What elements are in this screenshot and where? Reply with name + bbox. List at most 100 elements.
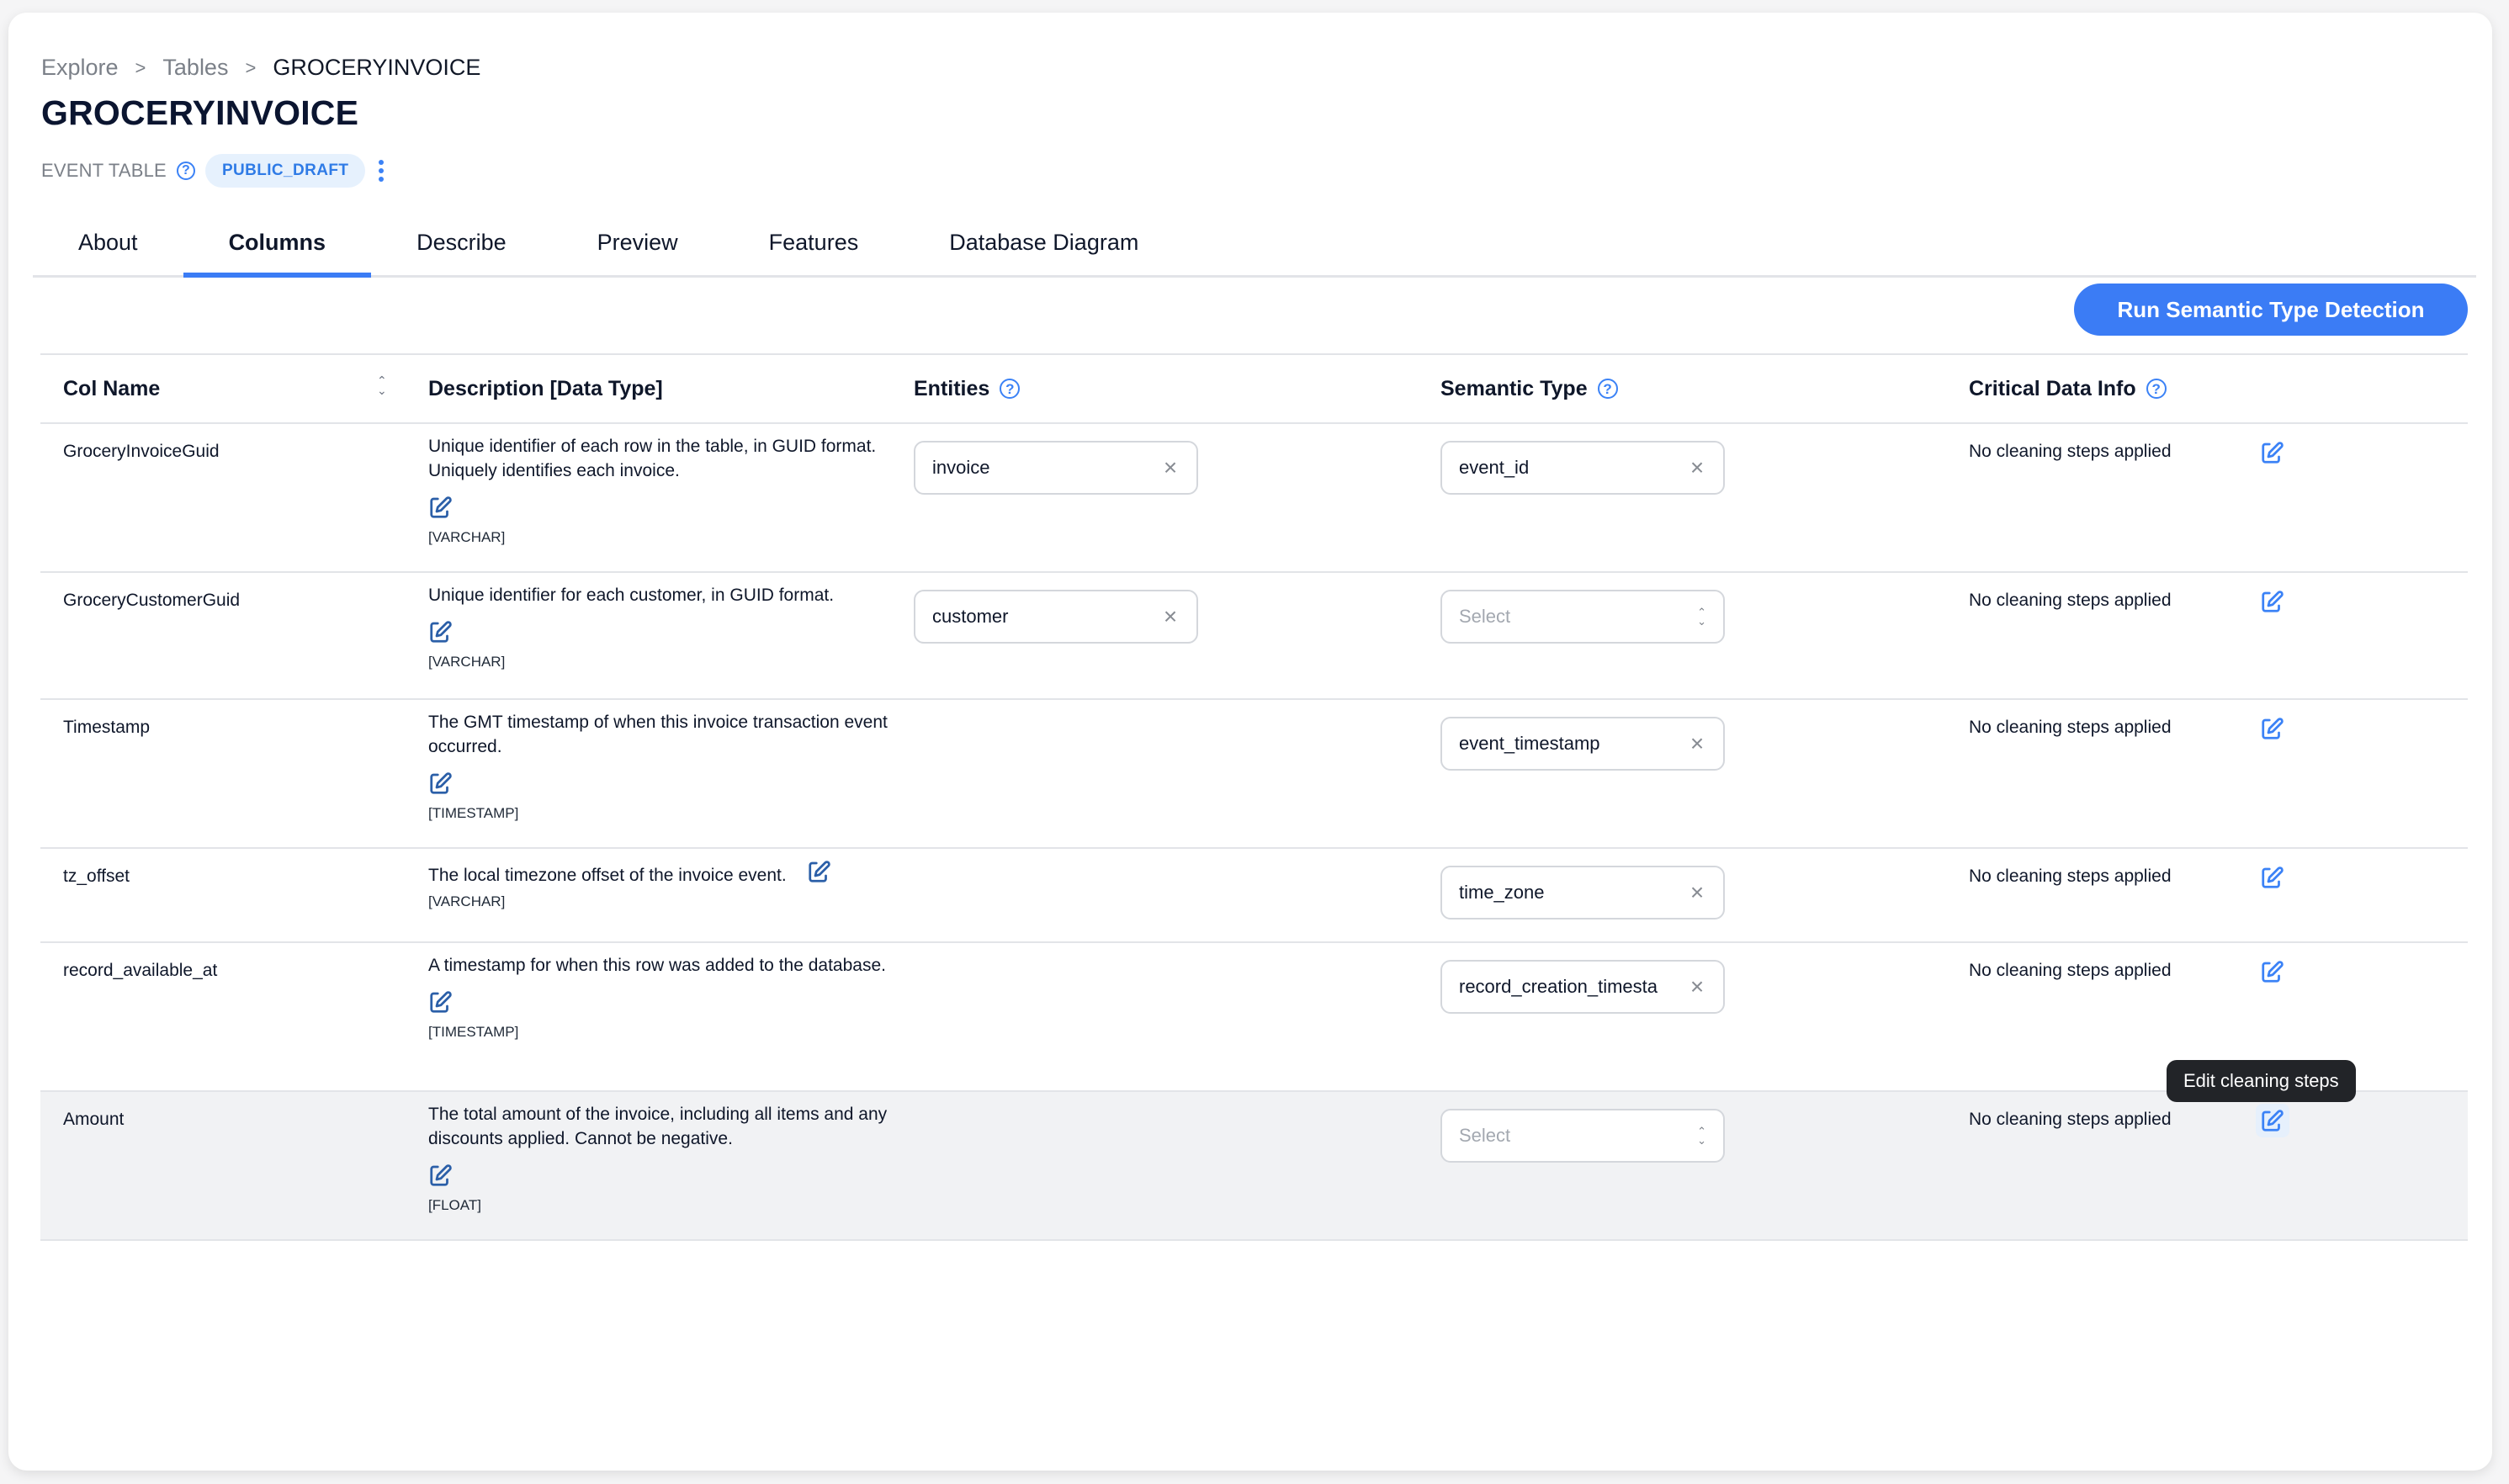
edit-description-icon[interactable] — [428, 771, 899, 803]
semantic-type-value: record_creation_timesta — [1459, 976, 1658, 997]
close-x-icon[interactable]: × — [1688, 881, 1706, 904]
sort-chevrons-icon[interactable]: ⌃ ⌄ — [377, 374, 387, 396]
semantic-type-select[interactable]: event_timestamp × — [1440, 717, 1725, 771]
edit-cleaning-steps-icon[interactable] — [2256, 861, 2289, 894]
semantic-type-value: time_zone — [1459, 882, 1545, 903]
tab-bar: About Columns Describe Preview Features Datab… — [33, 209, 2476, 278]
entity-select[interactable]: invoice × — [914, 441, 1198, 495]
close-x-icon[interactable]: × — [1688, 975, 1706, 999]
header-description-label: Description [Data Type] — [428, 376, 663, 400]
status-badge: PUBLIC_DRAFT — [204, 154, 366, 188]
column-name: GroceryCustomerGuid — [63, 591, 241, 610]
entity-value: invoice — [932, 457, 990, 478]
data-type-label: [VARCHAR] — [428, 893, 506, 909]
data-type-label: [VARCHAR] — [428, 529, 506, 545]
data-type-label: [TIMESTAMP] — [428, 805, 519, 821]
semantic-type-select[interactable]: Select ⌃ ⌄ — [1440, 590, 1725, 644]
semantic-type-select[interactable]: record_creation_timesta × — [1440, 960, 1725, 1014]
data-type-label: [TIMESTAMP] — [428, 1024, 519, 1040]
table-row: record_available_at A timestamp for when… — [40, 943, 2468, 1092]
header-semantic-type: Semantic Type ? — [1440, 355, 1618, 422]
breadcrumb: Explore > Tables > GROCERYINVOICE — [41, 55, 480, 81]
description-text: The local timezone offset of the invoice… — [428, 866, 787, 885]
semantic-type-value: event_id — [1459, 457, 1530, 478]
column-name: Amount — [63, 1110, 125, 1129]
close-x-icon[interactable]: × — [1161, 456, 1180, 480]
question-circle-icon[interactable]: ? — [176, 162, 195, 180]
column-name: Timestamp — [63, 718, 151, 737]
table-meta: EVENT TABLE ? PUBLIC_DRAFT — [41, 154, 387, 188]
header-entities-label: Entities — [914, 376, 990, 400]
header-col-name[interactable]: Col Name — [63, 355, 160, 422]
table-row: Timestamp The GMT timestamp of when this… — [40, 700, 2468, 849]
critical-data-info: No cleaning steps applied — [1969, 961, 2172, 980]
column-name: tz_offset — [63, 867, 130, 886]
header-critical-data-info: Critical Data Info ? — [1969, 355, 2167, 422]
critical-data-info: No cleaning steps applied — [1969, 1110, 2172, 1129]
chevron-up-down-icon: ⌃ ⌄ — [1697, 606, 1706, 628]
close-x-icon[interactable]: × — [1161, 605, 1180, 628]
breadcrumb-tables[interactable]: Tables — [162, 55, 228, 81]
breadcrumb-separator: > — [245, 56, 257, 78]
critical-data-info: No cleaning steps applied — [1969, 867, 2172, 886]
question-circle-icon[interactable]: ? — [1000, 379, 1021, 399]
question-circle-icon[interactable]: ? — [1597, 379, 1618, 399]
semantic-type-select[interactable]: time_zone × — [1440, 866, 1725, 920]
semantic-type-select[interactable]: event_id × — [1440, 441, 1725, 495]
chevron-up-down-icon: ⌃ ⌄ — [1697, 1125, 1706, 1147]
main-card: Explore > Tables > GROCERYINVOICE GROCER… — [8, 13, 2492, 1471]
tab-preview[interactable]: Preview — [552, 209, 724, 275]
edit-description-icon[interactable] — [807, 859, 832, 891]
edit-description-icon[interactable] — [428, 495, 899, 527]
column-name: GroceryInvoiceGuid — [63, 442, 220, 461]
edit-cleaning-steps-icon[interactable] — [2256, 436, 2289, 469]
tab-about[interactable]: About — [33, 209, 183, 275]
breadcrumb-separator: > — [135, 56, 146, 78]
edit-cleaning-steps-icon[interactable] — [2256, 585, 2289, 618]
tab-features[interactable]: Features — [724, 209, 904, 275]
close-x-icon[interactable]: × — [1688, 732, 1706, 755]
edit-description-icon[interactable] — [428, 619, 899, 651]
edit-cleaning-steps-icon[interactable] — [2256, 1104, 2289, 1137]
description-text: A timestamp for when this row was added … — [428, 956, 886, 975]
column-description: Unique identifier of each row in the tab… — [428, 434, 899, 547]
table-body: GroceryInvoiceGuid Unique identifier of … — [40, 424, 2468, 1241]
page-title: GROCERYINVOICE — [41, 93, 359, 132]
description-text: The total amount of the invoice, includi… — [428, 1105, 888, 1148]
data-type-label: [FLOAT] — [428, 1197, 481, 1213]
entity-select[interactable]: customer × — [914, 590, 1198, 644]
edit-cleaning-steps-icon[interactable] — [2256, 955, 2289, 988]
edit-cleaning-steps-tooltip: Edit cleaning steps — [2167, 1060, 2356, 1102]
edit-description-icon[interactable] — [428, 1163, 899, 1195]
close-x-icon[interactable]: × — [1688, 456, 1706, 480]
semantic-type-placeholder: Select — [1459, 1125, 1511, 1146]
semantic-type-select[interactable]: Select ⌃ ⌄ — [1440, 1109, 1725, 1163]
description-text: The GMT timestamp of when this invoice t… — [428, 713, 888, 756]
edit-cleaning-steps-icon[interactable] — [2256, 712, 2289, 745]
tab-columns[interactable]: Columns — [183, 209, 372, 278]
table-header: Col Name ⌃ ⌄ Description [Data Type] Enti… — [40, 353, 2468, 424]
description-text: Unique identifier of each row in the tab… — [428, 437, 877, 480]
breadcrumb-current: GROCERYINVOICE — [273, 55, 481, 80]
entity-value: customer — [932, 606, 1009, 627]
tab-database-diagram[interactable]: Database Diagram — [904, 209, 1184, 275]
column-name: record_available_at — [63, 961, 218, 980]
data-type-label: [VARCHAR] — [428, 654, 506, 670]
breadcrumb-explore[interactable]: Explore — [41, 55, 119, 81]
edit-description-icon[interactable] — [428, 989, 899, 1021]
critical-data-info: No cleaning steps applied — [1969, 591, 2172, 610]
table-row: tz_offset The local timezone offset of t… — [40, 849, 2468, 943]
question-circle-icon[interactable]: ? — [2146, 379, 2167, 399]
tab-describe[interactable]: Describe — [371, 209, 552, 275]
table-row: GroceryCustomerGuid Unique identifier fo… — [40, 573, 2468, 700]
header-semantic-type-label: Semantic Type — [1440, 376, 1588, 400]
column-description: The GMT timestamp of when this invoice t… — [428, 710, 899, 823]
column-description: A timestamp for when this row was added … — [428, 953, 899, 1041]
table-type-label: EVENT TABLE — [41, 160, 167, 181]
critical-data-info: No cleaning steps applied — [1969, 442, 2172, 461]
column-description: The total amount of the invoice, includi… — [428, 1102, 899, 1215]
kebab-vertical-icon[interactable] — [375, 156, 387, 185]
semantic-type-value: event_timestamp — [1459, 733, 1600, 754]
run-semantic-type-detection-button[interactable]: Run Semantic Type Detection — [2074, 284, 2468, 336]
critical-data-info: No cleaning steps applied — [1969, 718, 2172, 737]
